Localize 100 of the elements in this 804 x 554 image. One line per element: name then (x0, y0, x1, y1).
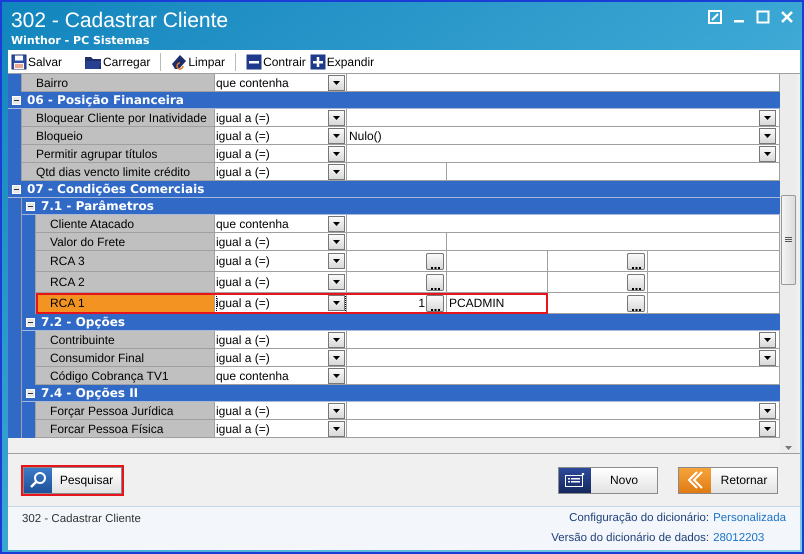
section-header[interactable]: 07 - Condições Comerciais (8, 181, 780, 198)
field-label: Forcar Pessoa Física (36, 420, 215, 438)
code-text: 1 (418, 295, 425, 312)
from-field[interactable] (347, 163, 447, 181)
caret-down-icon (333, 222, 340, 226)
dropdown-button[interactable] (328, 110, 345, 126)
caret-down-icon (333, 152, 340, 156)
dropdown-button[interactable] (759, 146, 776, 162)
operator-text: que contenha (216, 74, 289, 92)
section-header[interactable]: 7.2 - Opções (22, 314, 780, 331)
back-button[interactable]: Retornar (678, 466, 778, 494)
dropdown-button[interactable] (328, 332, 345, 348)
search-button[interactable]: Pesquisar (23, 466, 122, 494)
collapse-icon[interactable] (26, 388, 35, 398)
operator-dropdown[interactable]: igual a (=) (215, 349, 347, 367)
caret-down-icon (333, 170, 340, 174)
operator-dropdown[interactable]: que contenha (215, 367, 347, 385)
collapse-button[interactable]: Contrair (246, 52, 306, 70)
caret-down-icon[interactable] (785, 446, 792, 450)
dropdown-button[interactable] (759, 350, 776, 366)
dropdown-button[interactable] (328, 216, 345, 232)
operator-text: que contenha (216, 216, 289, 232)
caret-down-icon (333, 80, 340, 84)
dropdown-button[interactable] (328, 420, 345, 436)
collapse-icon[interactable] (26, 202, 35, 210)
to-field[interactable] (447, 163, 780, 181)
operator-dropdown[interactable]: igual a (=) (215, 163, 347, 181)
save-button[interactable]: Salvar (11, 52, 62, 70)
maximize-icon[interactable] (756, 10, 770, 24)
dropdown-button[interactable] (328, 146, 345, 162)
description-text: PCADMIN (449, 295, 504, 312)
dropdown-button[interactable] (759, 128, 776, 144)
scroll-thumb[interactable] (781, 195, 796, 285)
operator-dropdown[interactable]: igual a (=) (215, 420, 347, 438)
code-field[interactable] (548, 251, 648, 272)
collapse-icon[interactable] (26, 318, 35, 326)
load-button[interactable]: Carregar (84, 52, 150, 70)
dots-icon (430, 308, 440, 310)
dropdown-button[interactable] (328, 350, 345, 366)
edit-window-icon[interactable] (708, 10, 722, 24)
code-field[interactable] (548, 272, 648, 293)
value-field[interactable] (347, 367, 780, 385)
from-field[interactable] (347, 233, 447, 251)
ellipsis-button[interactable] (627, 294, 645, 312)
dropdown-button[interactable] (328, 295, 345, 311)
dropdown-button[interactable] (328, 74, 345, 90)
value-field[interactable] (347, 215, 780, 233)
section-header[interactable]: 7.1 - Parâmetros (22, 198, 780, 215)
section-header[interactable]: 7.4 - Opções II (22, 385, 780, 402)
ellipsis-button[interactable] (627, 252, 645, 270)
vertical-scrollbar[interactable] (780, 74, 797, 453)
dots-icon (632, 286, 640, 290)
operator-text: igual a (=) (216, 274, 270, 291)
dropdown-button[interactable] (328, 253, 345, 269)
operator-text: igual a (=) (216, 295, 270, 312)
operator-dropdown[interactable]: igual a (=) (215, 233, 347, 251)
dropdown-button[interactable] (759, 402, 776, 418)
dropdown-button[interactable] (759, 420, 776, 436)
value-dropdown[interactable]: Nulo() (347, 127, 780, 145)
caret-down-icon (333, 408, 340, 412)
indent-strip (8, 109, 22, 181)
dropdown-button[interactable] (328, 164, 345, 180)
dropdown-button[interactable] (328, 128, 345, 144)
dropdown-button[interactable] (759, 332, 776, 348)
operator-dropdown[interactable]: igual a (=) (215, 145, 347, 163)
search-icon (29, 471, 47, 489)
dropdown-button[interactable] (328, 368, 345, 384)
collapse-icon[interactable] (12, 184, 21, 194)
code-field[interactable] (347, 251, 447, 272)
ellipsis-button[interactable] (627, 274, 645, 290)
operator-dropdown[interactable]: que contenha (215, 74, 347, 92)
operator-dropdown[interactable]: igual a (=) (215, 402, 347, 420)
minus-square-icon (246, 54, 262, 70)
close-icon[interactable] (780, 10, 794, 24)
operator-dropdown[interactable]: igual a (=) (215, 127, 347, 145)
value-field[interactable] (347, 74, 780, 92)
collapse-icon[interactable] (12, 96, 21, 104)
section-header[interactable]: 06 - Posição Financeira (8, 92, 780, 109)
code-field[interactable] (347, 272, 447, 293)
ellipsis-button[interactable] (426, 294, 444, 312)
new-button[interactable]: Novo (558, 466, 658, 494)
operator-dropdown[interactable]: igual a (=) (215, 251, 347, 272)
operator-dropdown[interactable]: igual a (=) (215, 272, 347, 293)
ellipsis-button[interactable] (426, 252, 444, 270)
dropdown-button[interactable] (328, 274, 345, 290)
code-field[interactable] (548, 293, 648, 314)
clear-button[interactable]: Limpar (171, 52, 226, 70)
expand-button[interactable]: Expandir (310, 52, 374, 70)
field-label: Código Cobrança TV1 (36, 367, 215, 385)
operator-dropdown[interactable]: igual a (=) (215, 331, 347, 349)
to-field[interactable] (447, 233, 780, 251)
field-label: Contribuinte (36, 331, 215, 349)
dropdown-button[interactable] (759, 110, 776, 126)
value-text: Nulo() (349, 128, 382, 144)
dropdown-button[interactable] (328, 402, 345, 418)
operator-dropdown[interactable]: igual a (=) (215, 109, 347, 127)
dots-icon (430, 286, 440, 290)
operator-dropdown[interactable]: que contenha (215, 215, 347, 233)
dropdown-button[interactable] (328, 234, 345, 250)
ellipsis-button[interactable] (426, 274, 444, 290)
